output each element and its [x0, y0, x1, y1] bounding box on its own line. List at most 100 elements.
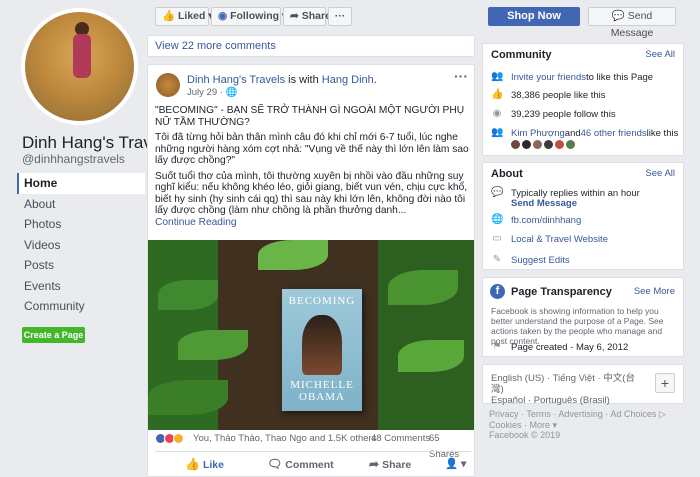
facebook-icon: f	[490, 284, 505, 299]
like-button[interactable]: 👍 Like	[185, 457, 224, 471]
share-icon: ➦	[369, 457, 380, 471]
rss-icon: ◉	[218, 10, 228, 22]
page-nav: Home About Photos Videos Posts Events Co…	[17, 173, 145, 317]
messenger-icon: 💬	[611, 10, 625, 22]
add-language-button[interactable]: +	[655, 373, 675, 393]
thumbs-up-icon: 👍	[162, 10, 176, 22]
avatar[interactable]	[555, 140, 564, 149]
about-see-all-link[interactable]: See All	[645, 168, 675, 179]
thumbs-up-icon: 👍	[491, 89, 504, 100]
nav-item-about[interactable]: About	[17, 194, 145, 215]
nav-item-videos[interactable]: Videos	[17, 235, 145, 256]
people-icon: 👥	[491, 71, 504, 82]
globe-icon: 🌐	[491, 214, 504, 225]
created-row: ⚑ Page created - May 6, 2012	[491, 341, 629, 353]
wow-reaction-icon	[173, 432, 184, 444]
comment-button[interactable]: 🗨 Comment	[267, 457, 334, 471]
footer-links[interactable]: Privacy · Terms · Advertising · Ad Choic…	[489, 409, 679, 420]
tagged-user-link[interactable]: Hang Dinh	[322, 74, 374, 86]
invite-friends-row: 👥 Invite your friends to like this Page	[491, 71, 653, 83]
friends-suffix: like this	[646, 127, 679, 139]
category-link[interactable]: Local & Travel Website	[511, 234, 608, 245]
share-page-button[interactable]: ➦ Share	[283, 7, 331, 26]
avatar[interactable]	[511, 140, 520, 149]
send-message-button[interactable]: 💬 Send Message	[588, 7, 676, 39]
rss-icon: ◉	[492, 108, 502, 119]
other-friends-link[interactable]: 46 other friends	[581, 128, 647, 139]
comments-count[interactable]: 48 Comments	[371, 431, 430, 447]
follows-count: 39,239 people follow this	[511, 108, 616, 120]
avatar[interactable]	[522, 140, 531, 149]
language-list: English (US) · Tiếng Việt · 中文(台灣) Españ…	[491, 373, 641, 406]
more-icon: ···	[334, 10, 346, 22]
transparency-see-more-link[interactable]: See More	[634, 286, 675, 297]
messenger-icon: 💬	[491, 187, 504, 198]
share-post-label: Share	[382, 459, 412, 471]
friend-link[interactable]: Kim Phượng	[511, 128, 565, 139]
community-title: Community	[491, 49, 552, 61]
post-author-avatar[interactable]	[156, 73, 180, 97]
friends-and: and	[564, 127, 581, 139]
invite-friends-link[interactable]: Invite your friends	[511, 72, 586, 83]
likes-row: 👍 38,386 people like this	[491, 89, 606, 101]
post-timestamp[interactable]: July 29 · 🌐	[187, 87, 237, 98]
post-with-suffix: .	[373, 74, 377, 86]
language-line[interactable]: Español · Português (Brasil)	[491, 395, 641, 406]
post-options-icon[interactable]: ···	[454, 68, 468, 84]
leaf-decoration	[258, 240, 328, 270]
post-paragraph: Tôi đã từng hỏi bản thân mình câu đó khi…	[155, 132, 469, 166]
like-label: Like	[202, 459, 224, 471]
nav-item-photos[interactable]: Photos	[17, 214, 145, 235]
follows-row: ◉ 39,239 people follow this	[491, 108, 616, 120]
footer-links[interactable]: Cookies · More ▾	[489, 420, 679, 431]
about-send-message-link[interactable]: Send Message	[511, 198, 577, 209]
post-paragraph: "BECOMING" - BẠN SẼ TRỞ THÀNH GÌ NGOÀI M…	[155, 105, 465, 128]
about-send-message-row: Send Message	[511, 198, 577, 209]
page-handle[interactable]: @dinhhangstravels	[22, 152, 125, 166]
leaf-decoration	[398, 340, 464, 372]
avatar[interactable]	[544, 140, 553, 149]
friend-avatars	[511, 140, 577, 149]
reaction-selector[interactable]: 👤 ▾	[445, 457, 466, 470]
nav-item-events[interactable]: Events	[17, 276, 145, 297]
shop-now-button[interactable]: Shop Now	[488, 7, 580, 26]
create-page-button[interactable]: Create a Page	[22, 327, 85, 343]
post-paragraph: Suốt tuổi thơ của mình, tôi thường xuyên…	[155, 170, 468, 217]
book-title: BECOMING	[288, 295, 356, 307]
friends-like-row: 👥 Kim Phượng and 46 other friends like th…	[491, 127, 678, 139]
plant-decoration	[378, 240, 474, 430]
post-with-text: is with	[285, 74, 322, 86]
language-line[interactable]: English (US) · Tiếng Việt · 中文(台灣)	[491, 373, 641, 395]
avatar[interactable]	[566, 140, 575, 149]
more-options-button[interactable]: ···	[328, 7, 352, 26]
transparency-description: Facebook is showing information to help …	[491, 306, 664, 346]
leaf-decoration	[158, 280, 218, 310]
continue-reading-link[interactable]: Continue Reading	[155, 217, 237, 228]
share-button[interactable]: ➦ Share	[369, 457, 411, 471]
profile-figure-body	[73, 34, 91, 78]
view-more-comments-link[interactable]: View 22 more comments	[155, 40, 276, 52]
leaf-decoration	[178, 330, 248, 360]
nav-item-home[interactable]: Home	[17, 173, 145, 194]
post-photo[interactable]: BECOMING MICHELLE OBAMA	[148, 240, 474, 430]
pencil-icon: ✎	[492, 254, 502, 265]
people-icon: 👥	[491, 127, 504, 138]
liked-label: Liked	[178, 10, 206, 22]
following-button[interactable]: ◉ Following ▾	[211, 7, 287, 26]
reactions-summary[interactable]: You, Thảo Thảo, Thao Ngo and 1.5K others	[193, 431, 376, 447]
nav-item-posts[interactable]: Posts	[17, 255, 145, 276]
post-author-link[interactable]: Dinh Hang's Travels	[187, 74, 285, 86]
following-label: Following	[230, 10, 280, 22]
book-portrait	[302, 315, 342, 375]
suggest-edits-link[interactable]: Suggest Edits	[511, 255, 570, 266]
nav-item-community[interactable]: Community	[17, 296, 145, 317]
avatar[interactable]	[533, 140, 542, 149]
profile-picture[interactable]	[21, 8, 138, 125]
page-created: Page created - May 6, 2012	[511, 341, 629, 353]
link-row: 🌐 fb.com/dinhhang	[491, 214, 581, 226]
language-card: English (US) · Tiếng Việt · 中文(台灣) Españ…	[482, 364, 684, 406]
community-see-all-link[interactable]: See All	[645, 49, 675, 60]
tag-icon: ▭	[492, 233, 502, 244]
page-url-link[interactable]: fb.com/dinhhang	[511, 215, 581, 226]
liked-button[interactable]: 👍 Liked ▾	[155, 7, 214, 26]
